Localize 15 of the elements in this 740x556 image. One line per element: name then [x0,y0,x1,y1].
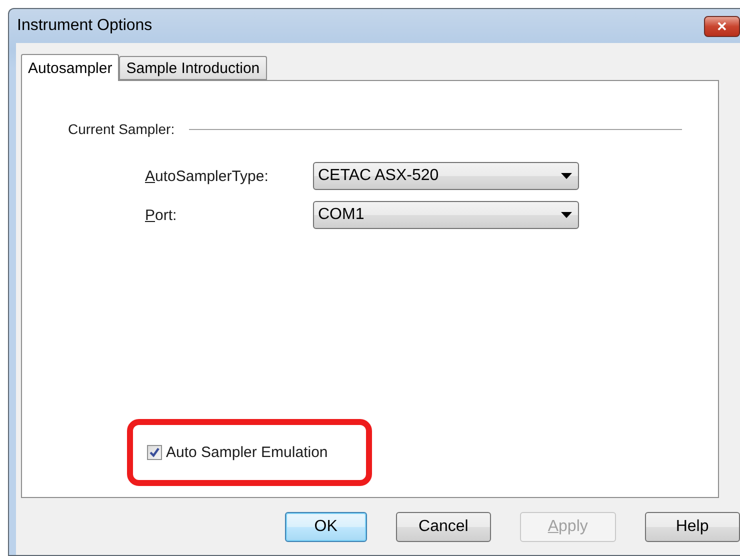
tab[interactable]: Sample Introduction [119,56,267,80]
window-title: Instrument Options [17,17,152,35]
dialog-button[interactable]: Cancel [396,512,492,542]
dialog-button[interactable]: Help [644,512,740,542]
field-label: Port: [145,206,178,224]
group-label: Current Sampler: [68,121,175,137]
close-button[interactable]: ✕ [704,16,740,36]
caret-icon [561,173,572,179]
field-label: AutoSamplerType: [145,168,270,184]
caret-icon [561,212,572,218]
checkbox[interactable]: Auto Sampler Emulation [147,444,328,461]
dropdown[interactable]: CETAC ASX-520 [313,162,579,190]
dropdown[interactable]: COM1 [313,201,579,229]
dialog-button[interactable]: OK [285,512,367,542]
tab[interactable]: Autosampler [21,54,120,81]
